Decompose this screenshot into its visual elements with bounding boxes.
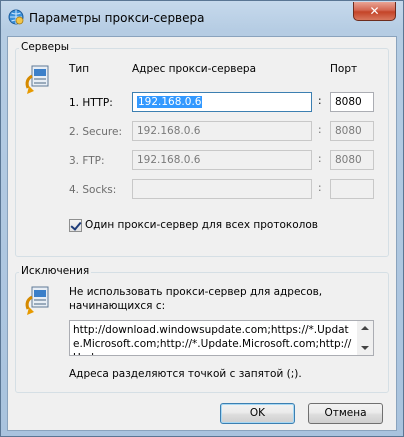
scroll-up-icon[interactable] [361, 326, 369, 330]
exceptions-textarea[interactable]: http://download.windowsupdate.com;https:… [69, 320, 374, 356]
http-port-separator: : [318, 95, 322, 107]
socks-port-input[interactable] [330, 179, 374, 199]
same-proxy-label[interactable]: Один прокси-сервер для всех протоколов [85, 219, 318, 231]
http-port-input[interactable]: 8080 [330, 92, 374, 112]
ftp-address-input[interactable]: 192.168.0.6 [132, 150, 312, 170]
cancel-button[interactable]: Отмена [308, 403, 383, 424]
exceptions-description: Не использовать прокси-сервер для адресо… [69, 286, 323, 312]
exceptions-group-label: Исключения [19, 265, 92, 277]
dialog-client-area: Серверы Тип Адрес прокси-сервера Порт 1.… [7, 36, 397, 431]
secure-address-input[interactable]: 192.168.0.6 [132, 121, 312, 141]
address-column-header: Адрес прокси-сервера [132, 63, 257, 75]
exceptions-scrollbar[interactable] [357, 321, 373, 355]
secure-port-input[interactable]: 8080 [330, 121, 374, 141]
dialog-window: Параметры прокси-сервера ✕ Серверы Тип А… [0, 0, 404, 437]
port-column-header: Порт [330, 63, 358, 75]
ftp-port-separator: : [318, 153, 322, 165]
type-column-header: Тип [69, 63, 90, 75]
ftp-port-input[interactable]: 8080 [330, 150, 374, 170]
internet-options-icon [8, 9, 24, 25]
close-icon: ✕ [369, 4, 380, 18]
same-proxy-checkbox[interactable] [69, 219, 82, 232]
proxy-servers-icon [25, 65, 49, 94]
title-bar[interactable]: Параметры прокси-сервера ✕ [1, 1, 403, 35]
servers-group-label: Серверы [19, 41, 72, 53]
ok-button[interactable]: OK [220, 403, 295, 424]
socks-port-separator: : [318, 182, 322, 194]
socks-address-input[interactable] [132, 179, 312, 199]
socks-label: 4. Socks: [69, 184, 117, 196]
http-address-input[interactable]: 192.168.0.6 [132, 92, 312, 112]
exceptions-hint: Адреса разделяются точкой с запятой (;). [69, 368, 302, 380]
secure-port-separator: : [318, 124, 322, 136]
ftp-label: 3. FTP: [69, 155, 105, 167]
exceptions-icon [25, 286, 49, 315]
close-button[interactable]: ✕ [353, 2, 396, 21]
secure-label: 2. Secure: [69, 126, 122, 138]
window-title: Параметры прокси-сервера [29, 11, 205, 25]
http-label: 1. HTTP: [69, 97, 113, 109]
scroll-down-icon[interactable] [361, 346, 369, 350]
